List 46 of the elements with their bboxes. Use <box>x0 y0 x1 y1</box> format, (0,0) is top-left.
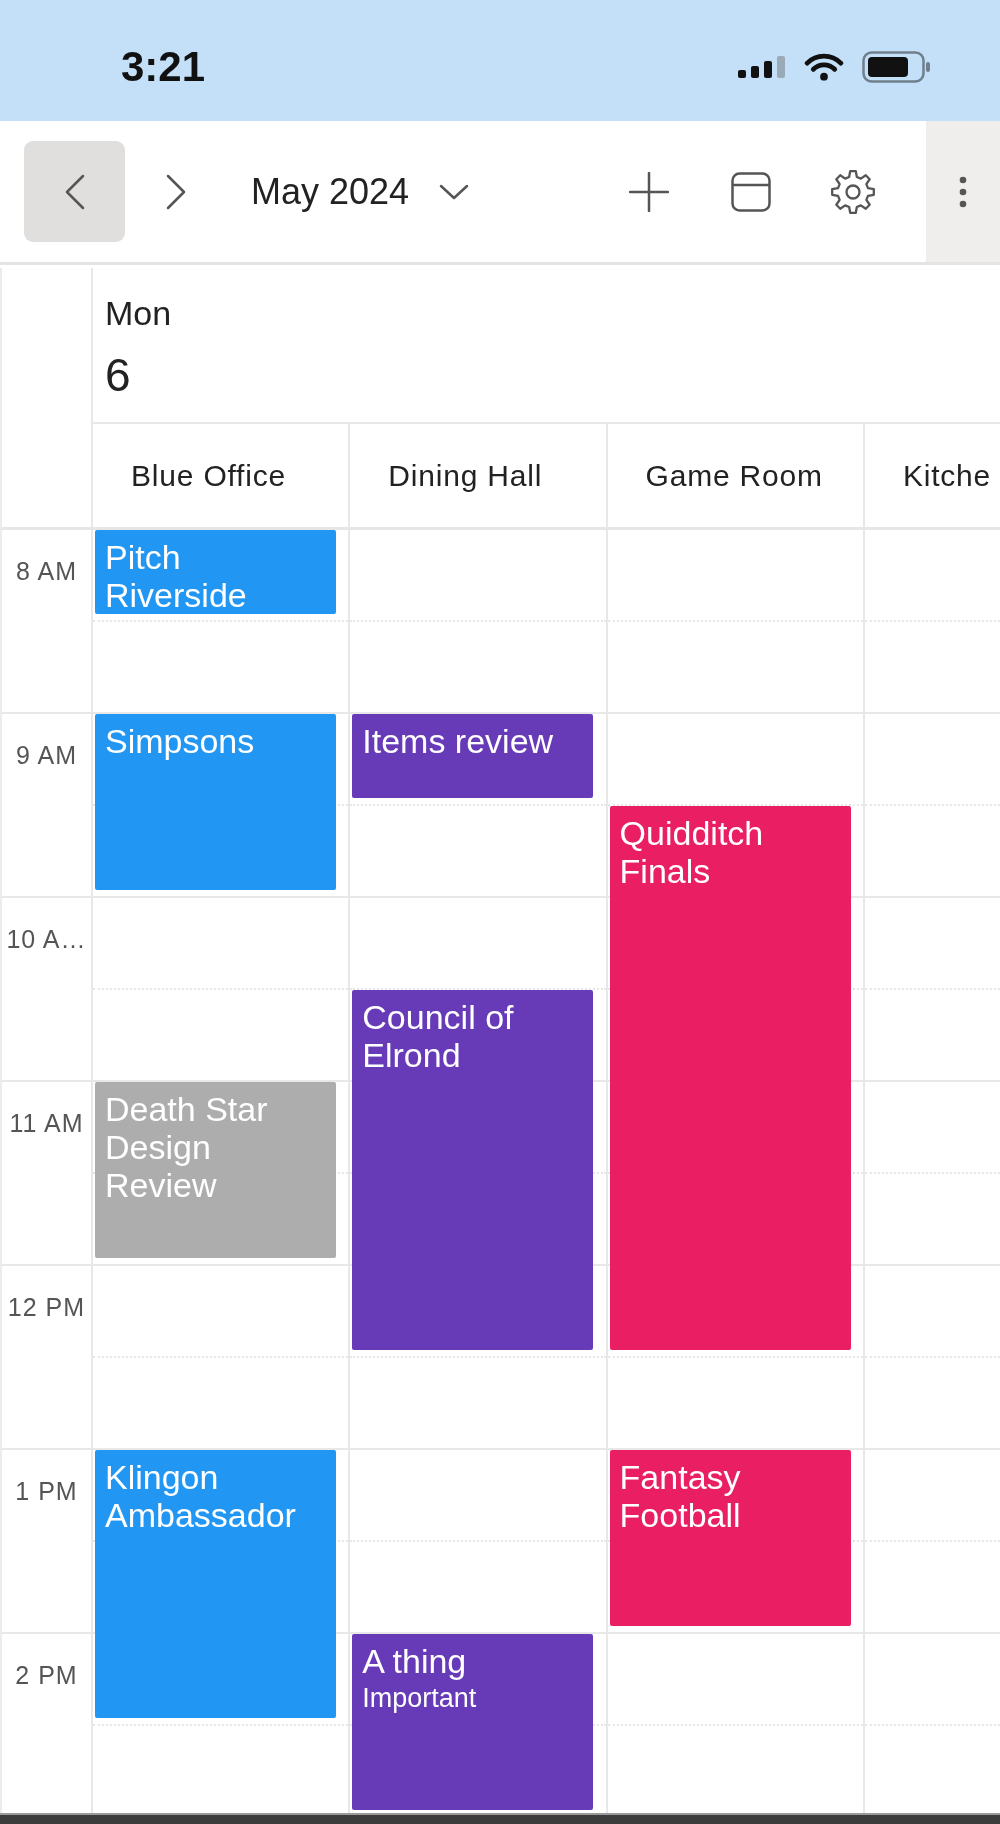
column-header: Game Room <box>605 424 863 527</box>
column-header: Dining Hall <box>348 424 606 527</box>
signal-icon <box>738 55 786 78</box>
event-title: Simpsons <box>105 722 255 760</box>
event-block[interactable]: Council of Elrond <box>352 990 594 1350</box>
event-block[interactable]: A thing Important <box>352 1634 594 1810</box>
previous-button[interactable] <box>24 141 125 242</box>
chevron-left-icon <box>64 173 85 210</box>
battery-icon <box>862 50 932 83</box>
time-label: 11 AM <box>9 1108 84 1138</box>
event-title: Quidditch Finals <box>619 814 765 890</box>
event-title: A thing <box>362 1642 467 1680</box>
wifi-icon <box>804 52 844 81</box>
event-block[interactable]: Simpsons <box>95 714 336 890</box>
window-icon <box>731 171 771 212</box>
weekday-label: Mon <box>105 293 172 333</box>
day-number: 6 <box>105 348 131 403</box>
time-label: 9 AM <box>16 740 77 770</box>
event-block[interactable]: Klingon Ambassador <box>95 1450 336 1718</box>
settings-icon <box>830 168 876 215</box>
event-description: Important <box>362 1682 477 1715</box>
event-block[interactable]: Pitch Riverside <box>95 530 336 614</box>
event-block[interactable]: Items review <box>352 714 594 798</box>
event-title: Council of Elrond <box>362 998 515 1074</box>
caret-icon <box>439 183 470 200</box>
time-label: 10 A… <box>6 924 87 954</box>
event-block[interactable]: Fantasy Football <box>609 1450 851 1626</box>
event-title: Pitch Riverside <box>105 538 248 614</box>
time-label: 2 PM <box>15 1660 78 1690</box>
event-title: Klingon Ambassador <box>105 1458 297 1534</box>
more-button[interactable] <box>926 121 1000 262</box>
event-block[interactable]: Quidditch Finals <box>609 806 851 1350</box>
chevron-right-icon <box>165 173 186 210</box>
month-picker-button[interactable]: May 2024 <box>251 141 470 242</box>
column-header: Blue Office <box>91 424 349 527</box>
plus-icon <box>629 171 669 212</box>
time-label: 12 PM <box>7 1292 86 1322</box>
time-label: 1 PM <box>15 1476 78 1506</box>
event-block[interactable]: Death Star Design Review <box>95 1082 336 1258</box>
event-title: Items review <box>362 722 554 760</box>
event-title: Fantasy Football <box>619 1458 742 1534</box>
more-icon <box>959 175 967 208</box>
column-header: Kitche <box>862 424 1000 527</box>
status-time: 3:21 <box>121 42 206 91</box>
time-label: 8 AM <box>16 556 77 586</box>
event-title: Death Star Design Review <box>105 1090 269 1204</box>
